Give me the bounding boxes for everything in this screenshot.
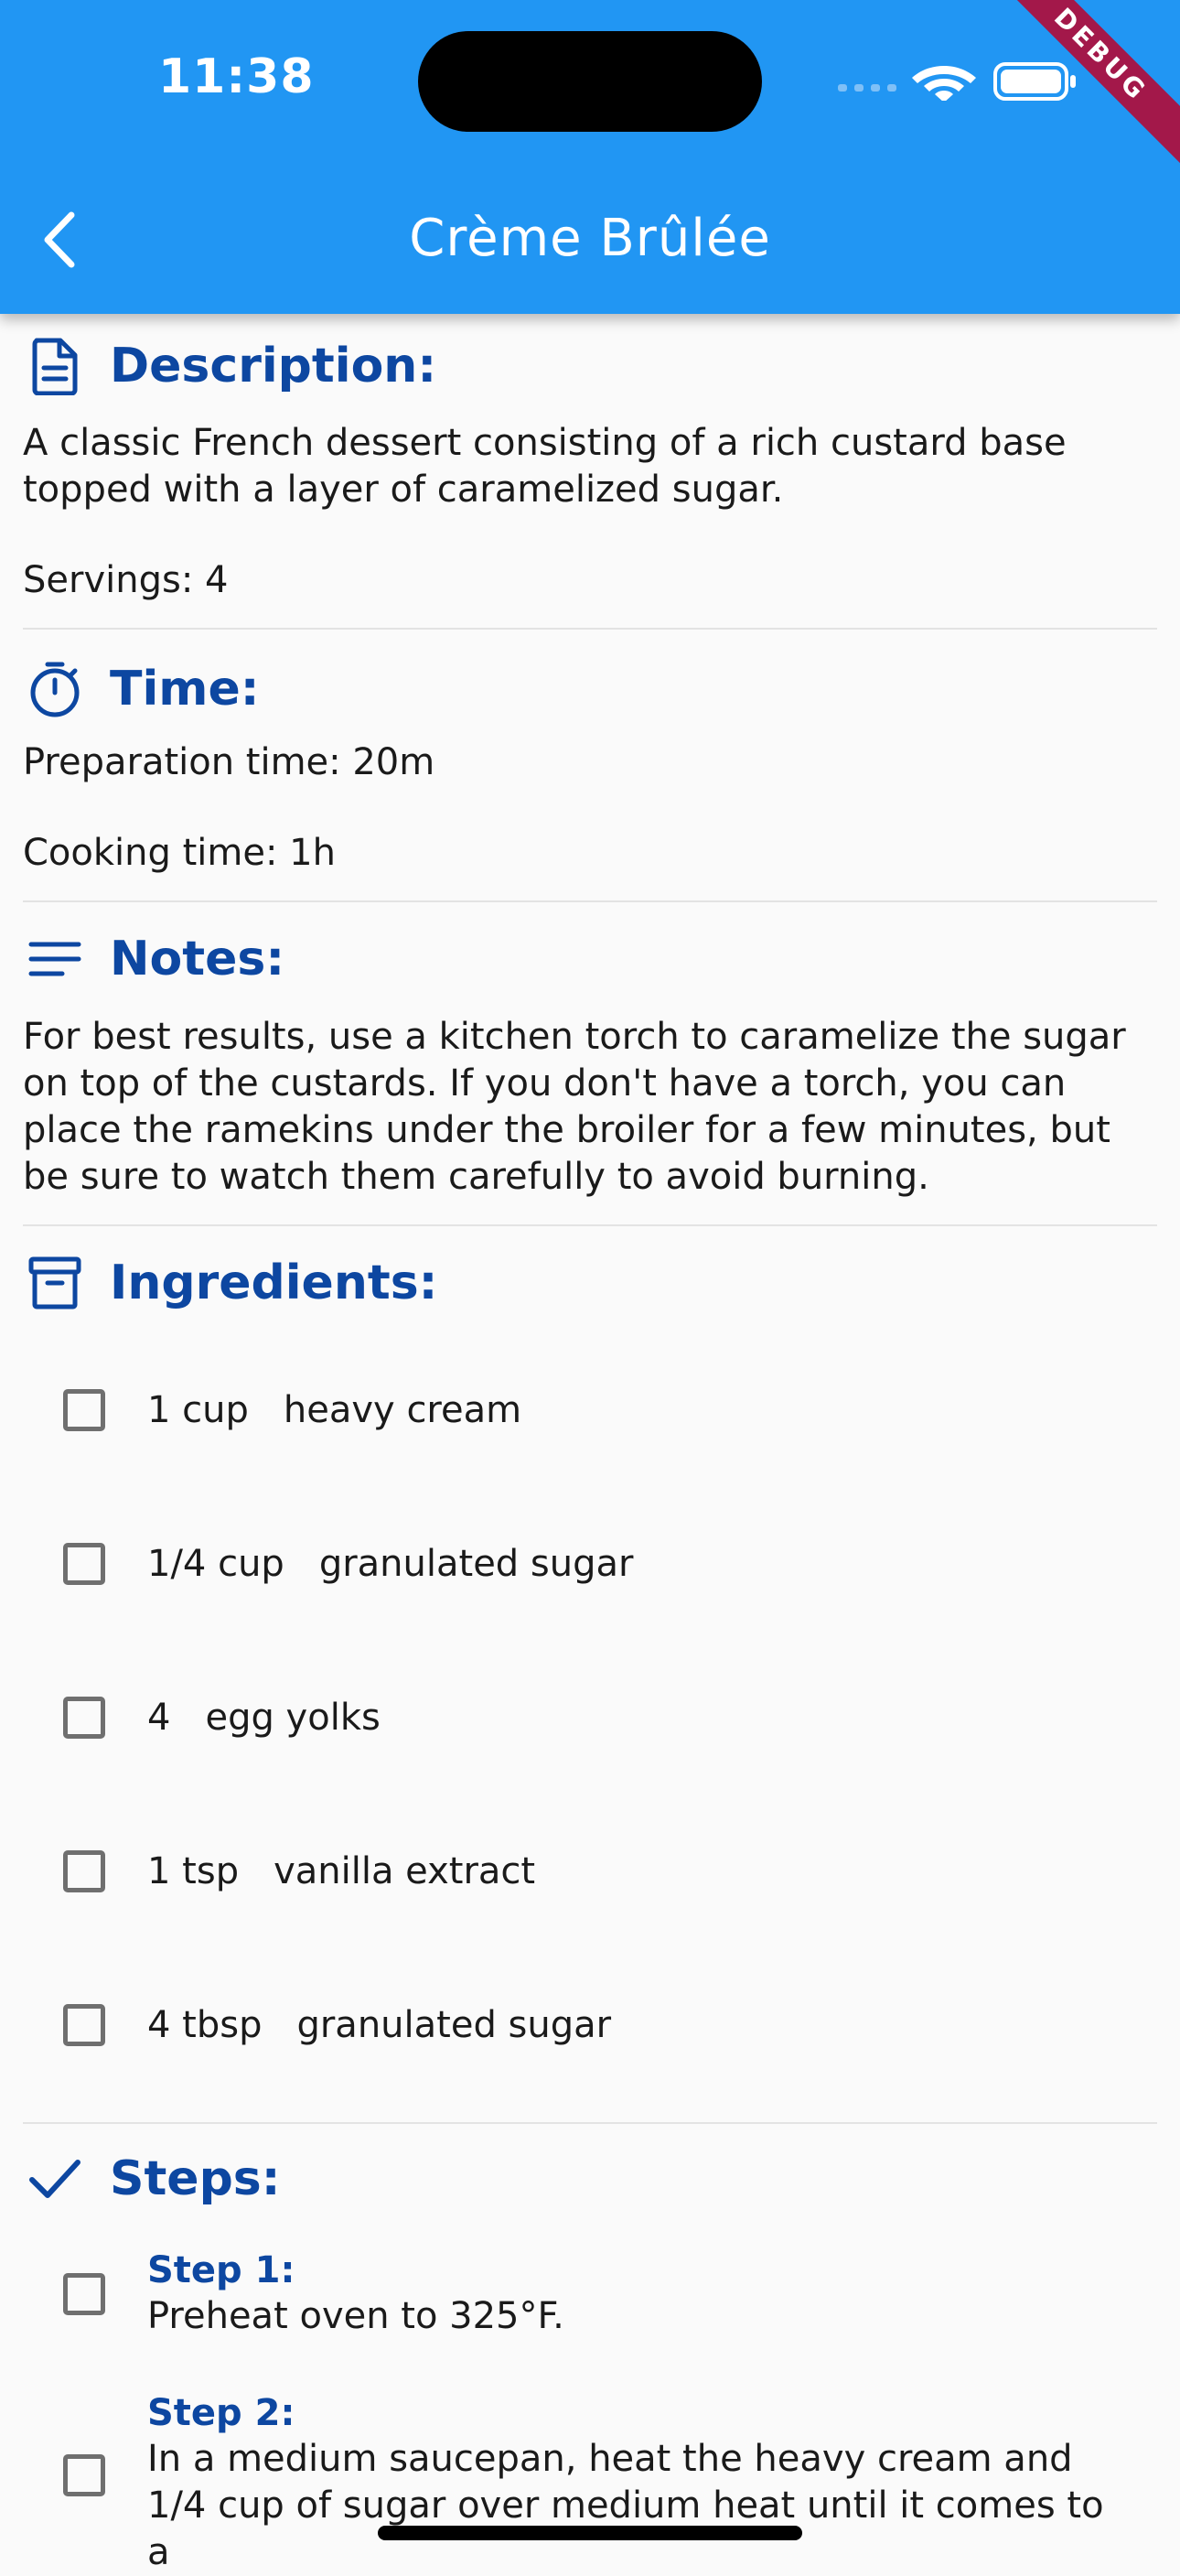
wifi-icon: [912, 66, 976, 102]
list-item: 1 tsp vanilla extract: [23, 1795, 1157, 1948]
ingredients-list: 1 cup heavy cream 1/4 cup granulated sug…: [23, 1333, 1157, 2102]
ingredient-name: vanilla extract: [274, 1850, 536, 1892]
time-header: Time:: [23, 648, 1157, 730]
prep-time-text: Preparation time: 20m: [23, 741, 435, 783]
ingredient-quantity: 4: [147, 1697, 171, 1739]
divider: [23, 1224, 1157, 1226]
list-item: 4 tbsp granulated sugar: [23, 1948, 1157, 2102]
list-item: 1/4 cup granulated sugar: [23, 1487, 1157, 1641]
cellular-signal-icon: [838, 84, 896, 92]
cook-time-text: Cooking time: 1h: [23, 832, 336, 874]
divider: [23, 2122, 1157, 2124]
step-checkbox[interactable]: [63, 2272, 105, 2315]
ingredient-checkbox[interactable]: [63, 1543, 105, 1585]
notes-text: For best results, use a kitchen torch to…: [23, 1016, 1126, 1198]
notes-heading: Notes:: [110, 932, 285, 986]
servings-text: Servings: 4: [23, 559, 229, 601]
list-item: 4 egg yolks: [23, 1641, 1157, 1795]
battery-icon: [993, 62, 1076, 101]
divider: [23, 628, 1157, 630]
ingredient-name: granulated sugar: [296, 2004, 612, 2046]
ingredient-name: heavy cream: [283, 1389, 522, 1431]
ingredient-quantity: 1 cup: [147, 1389, 249, 1431]
ingredient-quantity: 4 tbsp: [147, 2004, 263, 2046]
recipe-content: Description: A classic French dessert co…: [23, 314, 1157, 2576]
dynamic-island: [418, 31, 762, 132]
ingredient-checkbox[interactable]: [63, 1389, 105, 1431]
divider: [23, 900, 1157, 902]
steps-heading: Steps:: [110, 2151, 281, 2206]
step-label: Step 2:: [147, 2392, 295, 2434]
ingredient-name: egg yolks: [205, 1697, 381, 1739]
notes-header: Notes:: [23, 922, 1157, 996]
status-time: 11:38: [158, 49, 315, 104]
list-item: Step 1: Preheat oven to 325°F.: [23, 2247, 1157, 2340]
step-label: Step 1:: [147, 2249, 295, 2291]
description-header: Description:: [23, 325, 1157, 407]
ingredient-quantity: 1/4 cup: [147, 1543, 284, 1585]
list-item: 1 cup heavy cream: [23, 1333, 1157, 1487]
ingredient-quantity: 1 tsp: [147, 1850, 240, 1892]
app-bar: 11:38 DEBUG Crème Brûlée: [0, 0, 1180, 314]
ingredients-heading: Ingredients:: [110, 1256, 438, 1310]
step-text: In a medium saucepan, heat the heavy cre…: [147, 2438, 1104, 2573]
status-icons: [832, 55, 1079, 102]
document-icon: [23, 334, 87, 398]
timer-icon: [23, 657, 87, 721]
ingredient-checkbox[interactable]: [63, 1850, 105, 1892]
ingredients-header: Ingredients:: [23, 1246, 1157, 1320]
ingredient-name: granulated sugar: [318, 1543, 634, 1585]
page-title: Crème Brûlée: [409, 209, 771, 268]
ingredient-checkbox[interactable]: [63, 2004, 105, 2046]
notes-icon: [23, 927, 87, 991]
home-indicator[interactable]: [378, 2526, 802, 2540]
steps-header: Steps:: [23, 2142, 1157, 2215]
time-heading: Time:: [110, 662, 260, 717]
description-text: A classic French dessert consisting of a…: [23, 422, 1067, 511]
step-text: Preheat oven to 325°F.: [147, 2295, 564, 2337]
description-heading: Description:: [110, 339, 437, 393]
checkmark-icon: [23, 2147, 87, 2211]
archive-box-icon: [23, 1251, 87, 1315]
list-item: Step 2: In a medium saucepan, heat the h…: [23, 2390, 1157, 2576]
ingredient-checkbox[interactable]: [63, 1697, 105, 1739]
step-checkbox[interactable]: [63, 2454, 105, 2496]
